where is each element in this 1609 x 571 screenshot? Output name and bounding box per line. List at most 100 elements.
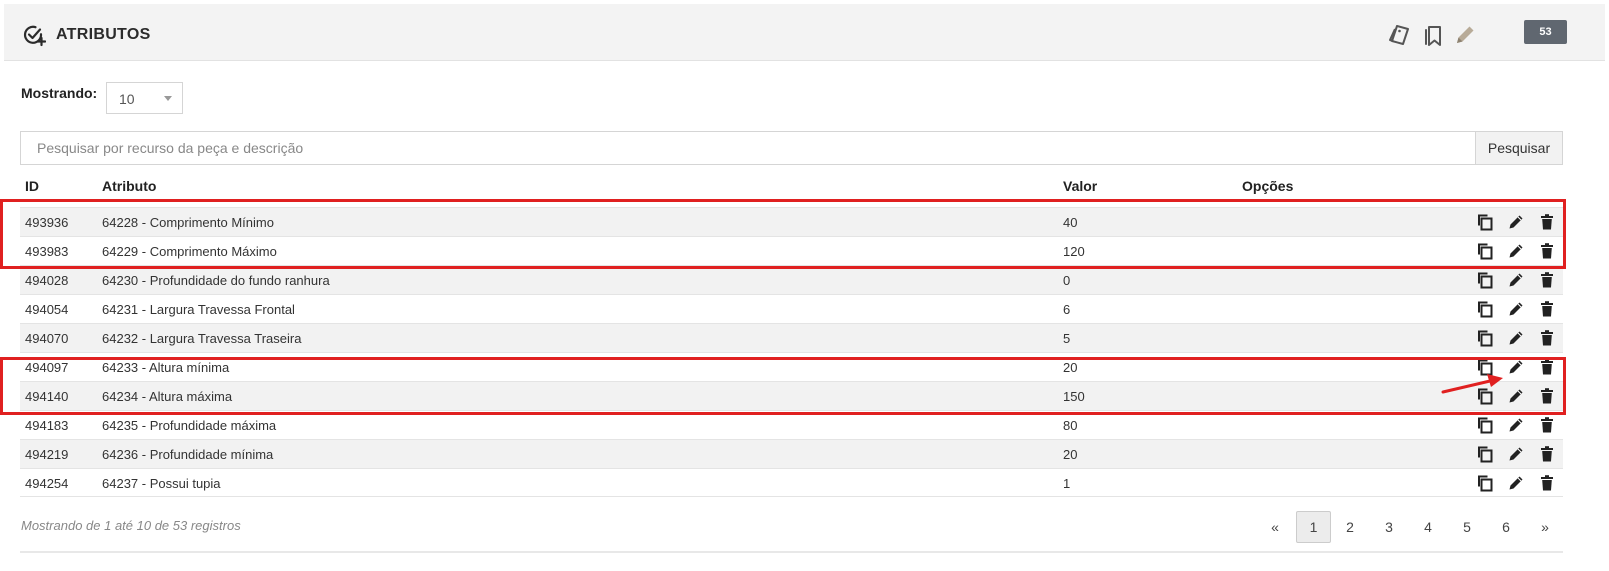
- pagination-next[interactable]: »: [1531, 511, 1559, 543]
- caret-down-icon: [164, 96, 172, 101]
- cell-atributo: 64229 - Comprimento Máximo: [102, 244, 277, 259]
- copy-icon: [1476, 416, 1494, 434]
- cell-valor: 20: [1063, 447, 1078, 462]
- pagination-page-5[interactable]: 5: [1453, 511, 1481, 543]
- delete-row-button[interactable]: [1538, 387, 1556, 405]
- cell-atributo: 64235 - Profundidade máxima: [102, 418, 277, 433]
- trash-icon: [1538, 242, 1556, 260]
- pencil-icon: [1507, 474, 1525, 492]
- table-row: 494219 64236 - Profundidade mínima 20: [20, 439, 1563, 468]
- pencil-icon: [1507, 329, 1525, 347]
- copy-row-button[interactable]: [1476, 474, 1494, 492]
- show-entries-select[interactable]: 10: [106, 82, 183, 114]
- copy-row-button[interactable]: [1476, 416, 1494, 434]
- pagination-page-2[interactable]: 2: [1336, 511, 1364, 543]
- pencil-icon: [1507, 213, 1525, 231]
- copy-icon: [1476, 474, 1494, 492]
- pagination-page-3[interactable]: 3: [1375, 511, 1403, 543]
- copy-row-button[interactable]: [1476, 242, 1494, 260]
- delete-row-button[interactable]: [1538, 271, 1556, 289]
- edit-row-button[interactable]: [1507, 213, 1525, 231]
- cell-atributo: 64231 - Largura Travessa Frontal: [102, 302, 295, 317]
- column-header-valor: Valor: [1063, 178, 1098, 194]
- copy-icon: [1476, 242, 1494, 260]
- copy-row-button[interactable]: [1476, 329, 1494, 347]
- edit-row-button[interactable]: [1507, 271, 1525, 289]
- edit-header-button[interactable]: [1452, 22, 1478, 48]
- delete-row-button[interactable]: [1538, 358, 1556, 376]
- copy-icon: [1476, 358, 1494, 376]
- cell-atributo: 64230 - Profundidade do fundo ranhura: [102, 273, 330, 288]
- edit-row-button[interactable]: [1507, 387, 1525, 405]
- column-header-atributo: Atributo: [102, 178, 157, 194]
- cell-valor: 0: [1063, 273, 1071, 288]
- edit-row-button[interactable]: [1507, 474, 1525, 492]
- cell-id: 494070: [25, 331, 69, 346]
- table-row: 494097 64233 - Altura mínima 20: [20, 352, 1563, 381]
- pagination-page-4[interactable]: 4: [1414, 511, 1442, 543]
- delete-row-button[interactable]: [1538, 474, 1556, 492]
- edit-row-button[interactable]: [1507, 445, 1525, 463]
- copy-icon: [1476, 213, 1494, 231]
- pagination-page-6[interactable]: 6: [1492, 511, 1520, 543]
- trash-icon: [1538, 416, 1556, 434]
- copy-icon: [1476, 387, 1494, 405]
- pencil-icon: [1507, 387, 1525, 405]
- edit-row-button[interactable]: [1507, 242, 1525, 260]
- delete-row-button[interactable]: [1538, 242, 1556, 260]
- copy-row-button[interactable]: [1476, 271, 1494, 289]
- cell-id: 494219: [25, 447, 69, 462]
- trash-icon: [1538, 358, 1556, 376]
- trash-icon: [1538, 271, 1556, 289]
- cell-valor: 150: [1063, 389, 1085, 404]
- search-button[interactable]: Pesquisar: [1475, 131, 1563, 165]
- trash-icon: [1538, 213, 1556, 231]
- delete-row-button[interactable]: [1538, 213, 1556, 231]
- table-row: 494254 64237 - Possui tupia 1: [20, 468, 1563, 497]
- copy-row-button[interactable]: [1476, 213, 1494, 231]
- copy-row-button[interactable]: [1476, 300, 1494, 318]
- delete-row-button[interactable]: [1538, 300, 1556, 318]
- cell-atributo: 64237 - Possui tupia: [102, 476, 221, 491]
- pencil-icon: [1457, 26, 1474, 43]
- edit-row-button[interactable]: [1507, 329, 1525, 347]
- trash-icon: [1538, 445, 1556, 463]
- delete-row-button[interactable]: [1538, 445, 1556, 463]
- cell-id: 494254: [25, 476, 69, 491]
- cell-valor: 6: [1063, 302, 1071, 317]
- edit-row-button[interactable]: [1507, 358, 1525, 376]
- bottom-divider: [20, 551, 1563, 553]
- delete-row-button[interactable]: [1538, 329, 1556, 347]
- table-row: 494140 64234 - Altura máxima 150: [20, 381, 1563, 410]
- edit-row-button[interactable]: [1507, 300, 1525, 318]
- copy-icon: [1476, 271, 1494, 289]
- cell-valor: 1: [1063, 476, 1071, 491]
- table-row: 494028 64230 - Profundidade do fundo ranh…: [20, 265, 1563, 294]
- tags-icon: [1389, 25, 1409, 45]
- pagination-prev[interactable]: «: [1260, 511, 1290, 543]
- cell-id: 494140: [25, 389, 69, 404]
- copy-row-button[interactable]: [1476, 358, 1494, 376]
- cell-valor: 5: [1063, 331, 1071, 346]
- copy-row-button[interactable]: [1476, 445, 1494, 463]
- records-info: Mostrando de 1 até 10 de 53 registros: [21, 518, 241, 533]
- check-circle-add-icon: [23, 25, 46, 47]
- cell-valor: 20: [1063, 360, 1078, 375]
- copy-attributes-button[interactable]: [1387, 22, 1413, 48]
- pagination-page-1[interactable]: 1: [1296, 511, 1331, 543]
- search-input[interactable]: [20, 131, 1476, 165]
- cell-id: 494183: [25, 418, 69, 433]
- cell-id: 493936: [25, 215, 69, 230]
- copy-icon: [1476, 445, 1494, 463]
- edit-row-button[interactable]: [1507, 416, 1525, 434]
- pencil-icon: [1507, 271, 1525, 289]
- delete-row-button[interactable]: [1538, 416, 1556, 434]
- cell-atributo: 64232 - Largura Travessa Traseira: [102, 331, 302, 346]
- cell-atributo: 64234 - Altura máxima: [102, 389, 233, 404]
- bookmark-button[interactable]: [1420, 22, 1446, 48]
- panel-header: ATRIBUTOS 53: [4, 4, 1605, 61]
- column-header-opcoes: Opções: [1242, 178, 1294, 194]
- table-row: 494183 64235 - Profundidade máxima 80: [20, 410, 1563, 439]
- trash-icon: [1538, 474, 1556, 492]
- copy-row-button[interactable]: [1476, 387, 1494, 405]
